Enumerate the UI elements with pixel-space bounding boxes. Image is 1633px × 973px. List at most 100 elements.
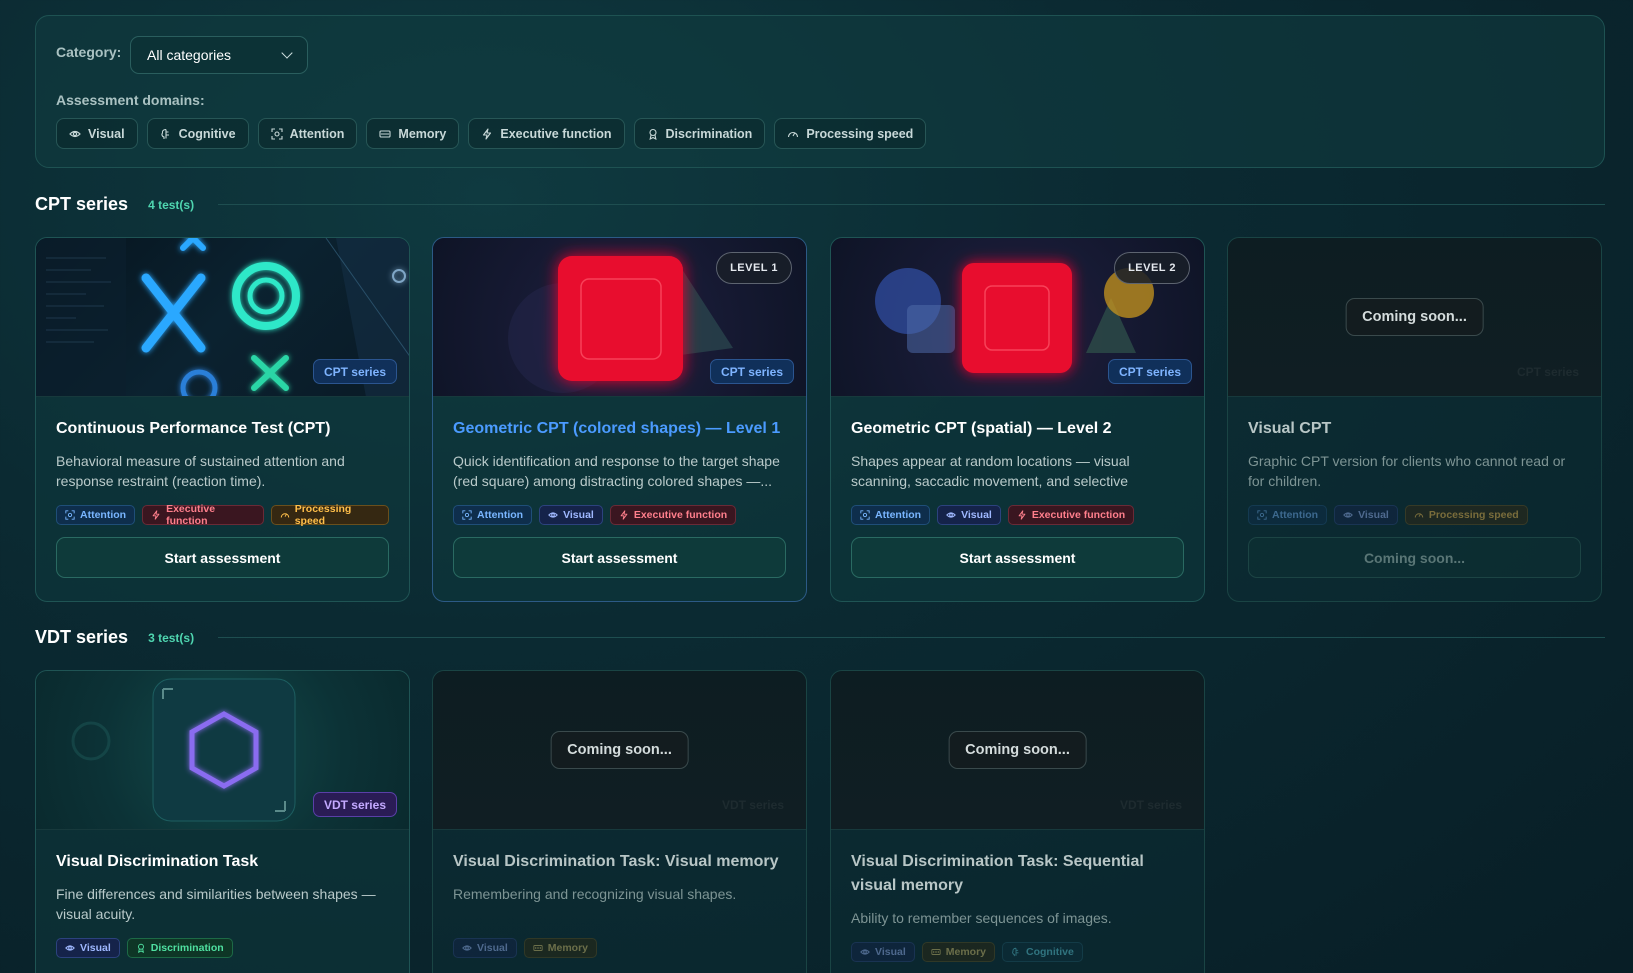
series-badge: VDT series (312, 792, 397, 817)
eye-icon (69, 128, 81, 140)
tag-label: Executive function (166, 503, 216, 527)
card-thumbnail: CPT series (36, 238, 409, 397)
category-select[interactable]: All categories (130, 36, 308, 74)
tag-label: Memory (547, 942, 589, 954)
series-badge: VDT series (721, 797, 784, 812)
card-description: Behavioral measure of sustained attentio… (56, 453, 345, 489)
series-badge: CPT series (1516, 364, 1579, 379)
test-card-vdt-visual-memory: Coming soon... VDT series Visual Discrim… (432, 670, 807, 973)
brain-icon (160, 128, 172, 140)
card-thumbnail: Coming soon... CPT series (1228, 238, 1601, 397)
card-title: Visual Discrimination Task: Visual memor… (453, 853, 779, 870)
lightning-icon (619, 510, 629, 520)
memory-chip-icon (379, 128, 391, 140)
lightning-icon (151, 510, 161, 520)
section-title: CPT series (35, 194, 129, 214)
coming-soon-overlay: Coming soon... (1345, 298, 1484, 336)
tag-attention: Attention (1248, 505, 1328, 525)
card-description: Graphic CPT version for clients who cann… (1248, 453, 1566, 489)
tag-memory: Memory (921, 942, 996, 962)
gauge-icon (787, 128, 799, 140)
card-thumbnail: LEVEL 1 CPT series (433, 238, 806, 397)
test-card-geometric-cpt-level-1: LEVEL 1 CPT series Geometric CPT (colore… (432, 237, 807, 602)
card-thumbnail: LEVEL 2 CPT series (831, 238, 1204, 397)
card-description: Fine differences and similarities betwee… (56, 886, 376, 922)
domain-chip-list: Visual Cognitive Attention Memory Execut… (56, 118, 927, 149)
coming-soon-overlay: Coming soon... (948, 731, 1087, 769)
domain-chip-label: Executive function (500, 126, 612, 141)
card-thumbnail: Coming soon... VDT series (433, 671, 806, 830)
tag-executive-function: Executive function (609, 505, 737, 525)
tag-cognitive: Cognitive (1002, 942, 1083, 962)
start-assessment-button[interactable]: Start assessment (56, 537, 389, 578)
test-card-cpt: CPT series Continuous Performance Test (… (35, 237, 410, 602)
filters-panel: Category: All categories Assessment doma… (35, 15, 1605, 168)
domain-chip-label: Cognitive (178, 126, 236, 141)
domain-chip-cognitive[interactable]: Cognitive (146, 118, 249, 149)
domain-chip-label: Discrimination (665, 126, 753, 141)
domain-chip-label: Memory (398, 126, 447, 141)
section-header-vdt: VDT series 3 test(s) (35, 627, 1605, 648)
lightning-icon (1017, 510, 1027, 520)
eye-icon (1343, 510, 1353, 520)
test-card-visual-cpt: Coming soon... CPT series Visual CPT Gra… (1227, 237, 1602, 602)
tag-visual: Visual (539, 505, 603, 525)
coming-soon-overlay: Coming soon... (550, 731, 689, 769)
start-assessment-button[interactable]: Start assessment (453, 537, 786, 578)
coming-soon-button: Coming soon... (1248, 537, 1581, 578)
section-divider (218, 204, 1605, 205)
domain-chip-memory[interactable]: Memory (366, 118, 460, 149)
tag-processing-speed: Processing speed (1404, 505, 1528, 525)
card-thumbnail: VDT series (36, 671, 409, 830)
tag-attention: Attention (453, 505, 533, 525)
tag-discrimination: Discrimination (126, 938, 233, 958)
domain-chip-discrimination[interactable]: Discrimination (633, 118, 766, 149)
tag-processing-speed: Processing speed (270, 503, 389, 527)
tag-memory: Memory (523, 938, 598, 958)
card-title: Visual Discrimination Task (56, 853, 259, 870)
eye-icon (946, 510, 956, 520)
domain-chip-label: Attention (289, 126, 345, 141)
lightning-icon (481, 128, 493, 140)
memory-chip-icon (533, 943, 543, 953)
start-assessment-button[interactable]: Start assessment (851, 537, 1184, 578)
series-badge: CPT series (709, 359, 794, 384)
eye-icon (548, 510, 558, 520)
tag-label: Executive function (633, 509, 728, 521)
card-tags: Attention Executive function Processing … (56, 503, 389, 527)
card-tags: Visual Discrimination (56, 938, 389, 958)
tag-label: Visual (80, 942, 111, 954)
card-title: Geometric CPT (colored shapes) — Level 1 (453, 420, 781, 437)
level-badge: LEVEL 1 (716, 252, 792, 284)
gauge-icon (280, 510, 290, 520)
card-tags: Attention Visual Executive function (851, 505, 1184, 525)
tag-label: Discrimination (150, 942, 224, 954)
tag-label: Visual (875, 946, 906, 958)
card-title: Geometric CPT (spatial) — Level 2 (851, 420, 1112, 437)
domain-chip-attention[interactable]: Attention (257, 118, 358, 149)
focus-icon (860, 510, 870, 520)
chevron-down-icon (281, 47, 293, 59)
tag-label: Attention (1272, 509, 1319, 521)
domain-chip-executive-function[interactable]: Executive function (468, 118, 625, 149)
section-header-cpt: CPT series 4 test(s) (35, 194, 1605, 215)
eye-icon (462, 943, 472, 953)
brain-icon (1011, 947, 1021, 957)
focus-icon (1257, 510, 1267, 520)
card-title: Continuous Performance Test (CPT) (56, 420, 331, 437)
tag-attention: Attention (851, 505, 931, 525)
tag-label: Cognitive (1026, 946, 1074, 958)
domain-chip-label: Processing speed (806, 126, 914, 141)
card-tags: Visual Memory Cognitive (851, 942, 1184, 962)
domain-chip-visual[interactable]: Visual (56, 118, 138, 149)
tag-label: Visual (477, 942, 508, 954)
domain-chip-processing-speed[interactable]: Processing speed (774, 118, 927, 149)
test-card-visual-discrimination: VDT series Visual Discrimination Task Fi… (35, 670, 410, 973)
test-card-vdt-sequential-memory: Coming soon... VDT series Visual Discrim… (830, 670, 1205, 973)
eye-icon (65, 943, 75, 953)
tag-visual: Visual (937, 505, 1001, 525)
test-card-geometric-cpt-level-2: LEVEL 2 CPT series Geometric CPT (spatia… (830, 237, 1205, 602)
series-badge: CPT series (312, 359, 397, 384)
category-select-value: All categories (147, 47, 232, 63)
focus-icon (65, 510, 75, 520)
